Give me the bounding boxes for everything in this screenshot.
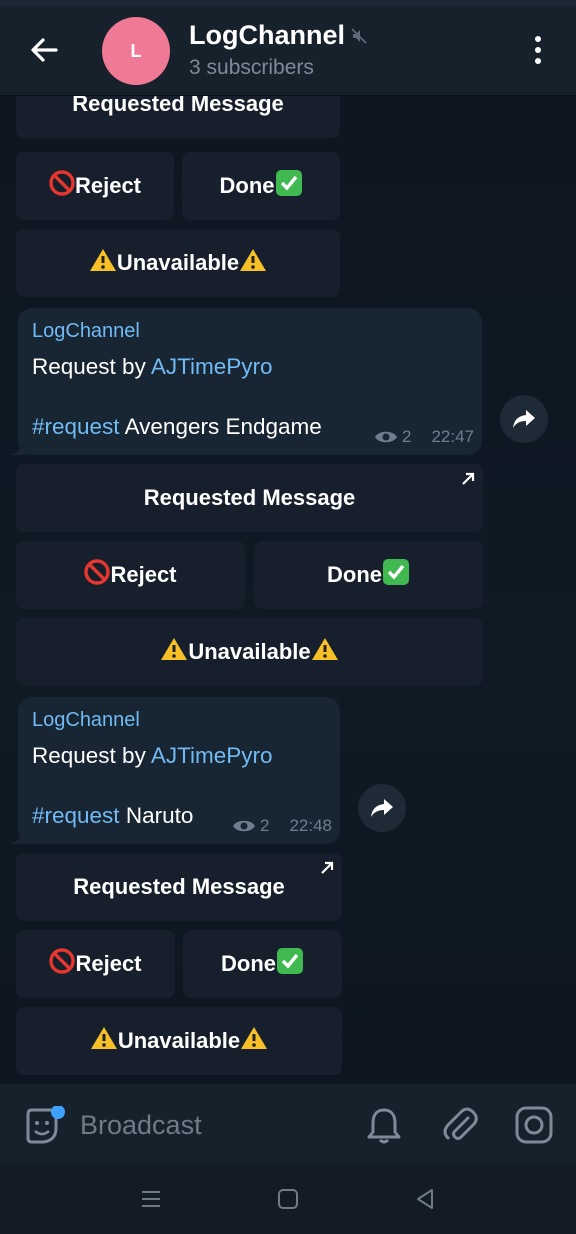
back-arrow-icon[interactable] [26,32,62,68]
subscriber-count: 3 subscribers [189,56,314,79]
unavailable-button[interactable]: Unavailable [16,1007,342,1075]
button-label: Unavailable [188,639,311,664]
recent-apps-icon[interactable] [140,1189,162,1209]
warning-icon [90,1025,118,1057]
bubble-tail [10,439,26,455]
check-mark-icon [276,947,304,981]
eye-icon [233,820,255,832]
share-arrow-icon [371,799,393,817]
hashtag-link[interactable]: #request [32,803,120,828]
external-link-arrow-icon [321,861,334,874]
eye-icon [375,431,397,443]
message-meta: 2 22:48 [232,816,332,836]
paperclip-icon[interactable] [442,1106,478,1144]
button-label: Reject [74,173,142,198]
done-button[interactable]: Done [183,930,342,998]
broadcast-input[interactable]: Broadcast [80,1110,202,1141]
unavailable-button[interactable]: Unavailable [16,229,340,297]
button-label: Requested Message [72,96,284,116]
bell-icon[interactable] [366,1106,402,1144]
request-line: Request by AJTimePyro [32,743,273,769]
requested-message-button[interactable]: Requested Message [16,464,483,532]
more-vertical-icon[interactable] [527,34,549,66]
button-label: Done [327,562,382,587]
warning-icon [311,636,339,668]
done-button[interactable]: Done [182,152,340,220]
message-bubble[interactable]: LogChannel Request by AJTimePyro #reques… [10,697,340,844]
message-composer: Broadcast [0,1084,576,1164]
external-link-arrow-icon [462,472,475,485]
request-line: Request by AJTimePyro [32,354,273,380]
bubble-tail [10,828,26,844]
warning-icon [240,1025,268,1057]
request-prefix: Request by [32,743,151,768]
message-time: 22:48 [289,816,333,835]
channel-avatar[interactable]: L [102,17,170,85]
sticker-icon[interactable] [24,1106,66,1146]
button-label: Done [221,951,276,976]
message-author[interactable]: LogChannel [32,320,140,343]
share-arrow-icon [513,410,535,428]
hashtag-link[interactable]: #request [32,414,120,439]
requester-link[interactable]: AJTimePyro [151,354,273,379]
done-button[interactable]: Done [254,541,483,609]
status-strip [0,0,576,6]
request-title: Naruto [119,803,194,828]
requested-message-button[interactable]: Requested Message [16,96,340,138]
button-label: Unavailable [116,250,240,275]
camera-icon[interactable] [514,1105,554,1145]
request-title: Avengers Endgame [119,414,322,439]
view-count: 2 [260,816,270,835]
button-label: Reject [75,951,142,976]
request-title-line: #request Naruto [32,803,193,829]
chat-header: L LogChannel 3 subscribers [0,0,576,96]
button-label: Reject [110,562,177,587]
reject-button[interactable]: Reject [16,541,245,609]
check-mark-icon [275,169,303,203]
system-navigation-bar [0,1164,576,1234]
reject-button[interactable]: Reject [16,152,174,220]
message-meta: 2 22:47 [374,427,474,447]
warning-icon [239,247,267,279]
no-entry-icon [49,948,76,980]
view-count: 2 [402,427,412,446]
reject-button[interactable]: Reject [16,930,175,998]
message-bubble[interactable]: LogChannel Request by AJTimePyro #reques… [10,308,482,455]
nav-back-icon[interactable] [414,1188,436,1210]
no-entry-icon [84,559,111,591]
warning-icon [89,247,117,279]
message-time: 22:47 [431,427,475,446]
speaker-muted-icon [351,28,367,44]
warning-icon [160,636,188,668]
message-list[interactable]: Requested Message Reject Done Unavailabl… [0,96,576,1084]
message-author[interactable]: LogChannel [32,709,140,732]
button-label: Unavailable [117,1028,241,1053]
request-title-line: #request Avengers Endgame [32,414,322,440]
unavailable-button[interactable]: Unavailable [16,618,483,686]
share-button[interactable] [500,395,548,443]
home-icon[interactable] [277,1188,299,1210]
button-label: Done [219,173,275,198]
requester-link[interactable]: AJTimePyro [151,743,273,768]
channel-title[interactable]: LogChannel [189,20,345,51]
button-label: Requested Message [143,485,356,510]
button-label: Requested Message [73,874,285,899]
request-prefix: Request by [32,354,151,379]
check-mark-icon [382,558,410,592]
requested-message-button[interactable]: Requested Message [16,853,342,921]
share-button[interactable] [358,784,406,832]
no-entry-icon [49,170,75,202]
